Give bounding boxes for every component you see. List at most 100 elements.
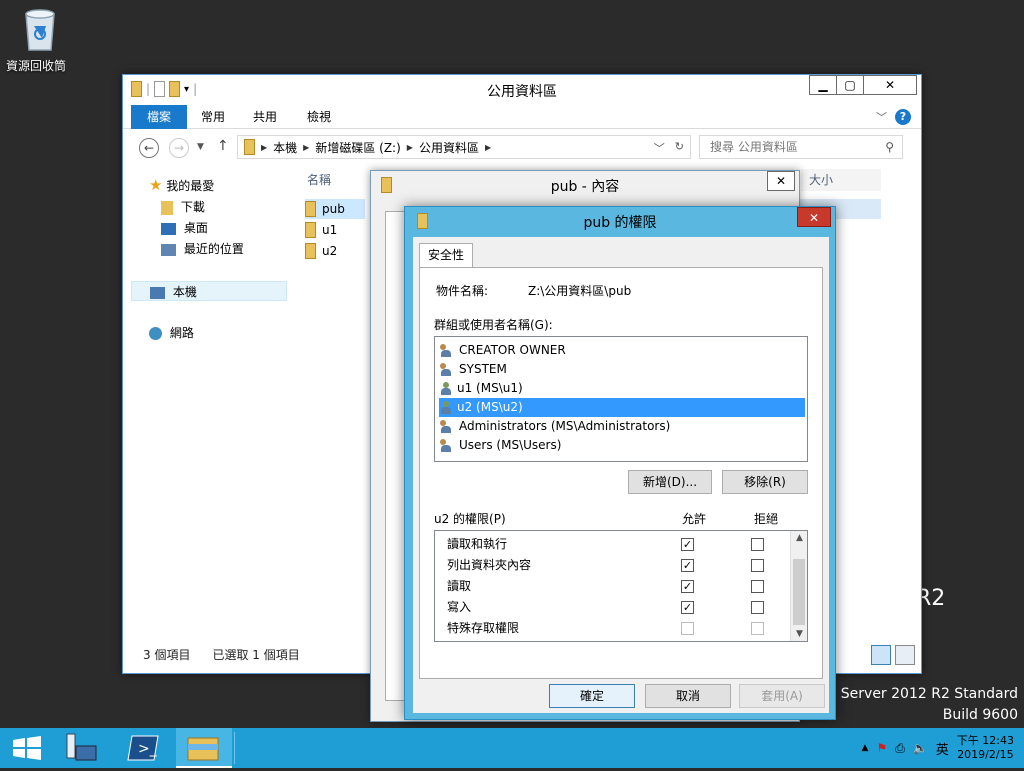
properties-close-button[interactable]: ✕ [767, 171, 795, 191]
computer-icon [150, 286, 165, 299]
allow-checkbox[interactable]: ✓ [681, 538, 694, 551]
nav-favorites[interactable]: ★ 我的最愛 [149, 175, 214, 195]
up-button[interactable]: ↑ [217, 138, 229, 154]
refresh-icon[interactable]: ↻ [675, 140, 684, 156]
tab-home[interactable]: 常用 [189, 105, 237, 129]
ribbon-expand-icon[interactable]: ﹀ [876, 109, 887, 125]
group-list-label: 群組或使用者名稱(G): [434, 318, 553, 332]
user-list-item[interactable]: u1 (MS\u1) [439, 379, 523, 398]
folder-icon [187, 737, 219, 761]
permission-row: 讀取 [447, 576, 787, 597]
deny-checkbox[interactable] [751, 580, 764, 593]
details-view-icon[interactable] [871, 645, 891, 665]
list-item[interactable]: u2 [305, 241, 337, 261]
status-item-count: 3 個項目 [143, 648, 191, 662]
user-list-item[interactable]: u2 (MS\u2) [439, 398, 805, 417]
address-dropdown-icon[interactable]: ﹀ [654, 140, 665, 156]
user-list-item[interactable]: Administrators (MS\Administrators) [439, 417, 670, 436]
user-name: Administrators (MS\Administrators) [459, 419, 671, 433]
taskbar-divider [234, 732, 235, 764]
properties-titlebar[interactable]: pub - 內容 ✕ [371, 171, 799, 199]
show-hidden-icons-icon[interactable]: ▲ [862, 743, 869, 753]
deny-checkbox[interactable] [751, 559, 764, 572]
list-item[interactable]: u1 [305, 220, 337, 240]
breadcrumb-folder[interactable]: 公用資料區 [419, 139, 479, 156]
powershell-button[interactable]: >_ [116, 728, 172, 768]
help-icon[interactable]: ? [895, 109, 911, 125]
user-list-item[interactable]: SYSTEM [439, 360, 507, 379]
tab-security[interactable]: 安全性 [419, 243, 474, 267]
recycle-bin-label: 資源回收筒 [6, 59, 67, 73]
permissions-titlebar[interactable]: pub 的權限 ✕ [405, 207, 835, 235]
nav-desktop[interactable]: 桌面 [161, 218, 208, 238]
permission-row: 寫入 [447, 597, 787, 618]
remove-button[interactable]: 移除(R) [722, 470, 808, 494]
file-name: u1 [322, 223, 338, 237]
deny-checkbox[interactable] [751, 622, 764, 635]
server-manager-button[interactable] [56, 728, 112, 768]
ime-indicator[interactable]: 英 [936, 739, 949, 758]
allow-checkbox[interactable]: ✓ [681, 580, 694, 593]
allow-checkbox[interactable]: ✓ [681, 559, 694, 572]
system-tray: ▲ ⚑ ⎙ 🔈 英 下午 12:43 2019/2/15 [862, 728, 1024, 768]
recycle-bin[interactable]: 資源回收筒 [6, 6, 74, 73]
file-explorer-button[interactable] [176, 728, 232, 768]
tab-share[interactable]: 共用 [241, 105, 289, 129]
search-placeholder: 搜尋 公用資料區 [710, 140, 798, 154]
tab-file[interactable]: 檔案 [131, 105, 187, 129]
user-list[interactable]: CREATOR OWNER SYSTEM u1 (MS\u1) u2 (MS\u2) A… [434, 336, 808, 462]
close-button[interactable]: ✕ [863, 75, 917, 95]
scroll-up-icon[interactable]: ▲ [791, 533, 807, 543]
apply-button[interactable]: 套用(A) [739, 684, 825, 708]
powershell-icon: >_ [127, 735, 159, 761]
back-button[interactable]: ← [139, 138, 159, 158]
permissions-dialog[interactable]: pub 的權限 ✕ 安全性 物件名稱: Z:\公用資料區\pub 群組或使用者名… [404, 206, 836, 720]
column-size[interactable]: 大小 [801, 169, 881, 191]
permission-scrollbar[interactable]: ▲ ▼ [790, 531, 807, 641]
address-bar[interactable]: ▶ 本機 ▶ 新增磁碟區 (Z:) ▶ 公用資料區 ▶ ﹀ ↻ [237, 135, 691, 159]
permission-row: 特殊存取權限 [447, 618, 787, 639]
scroll-thumb[interactable] [793, 559, 805, 625]
ok-button[interactable]: 確定 [549, 684, 635, 708]
allow-checkbox[interactable] [681, 622, 694, 635]
network-status-icon[interactable]: ⎙ [895, 741, 905, 756]
user-list-item[interactable]: Users (MS\Users) [439, 436, 561, 455]
allow-checkbox[interactable]: ✓ [681, 601, 694, 614]
column-name[interactable]: 名稱 [307, 169, 331, 191]
maximize-button[interactable]: ▢ [836, 75, 864, 95]
deny-checkbox[interactable] [751, 601, 764, 614]
scroll-down-icon[interactable]: ▼ [791, 629, 807, 639]
breadcrumb-separator-icon[interactable]: ▶ [407, 143, 413, 152]
minimize-button[interactable]: ▁ [809, 75, 837, 95]
breadcrumb-separator-icon[interactable]: ▶ [485, 143, 491, 152]
search-input[interactable]: 搜尋 公用資料區 ⚲ [699, 135, 903, 159]
list-item[interactable]: pub [305, 199, 365, 219]
window-controls: ▁ ▢ ✕ [809, 75, 917, 95]
recent-locations-icon[interactable]: ▼ [197, 142, 204, 152]
action-center-icon[interactable]: ⚑ [876, 741, 887, 755]
object-name-value: Z:\公用資料區\pub [528, 284, 632, 298]
permissions-close-button[interactable]: ✕ [797, 207, 831, 227]
server-manager-icon [66, 733, 97, 761]
nav-this-pc[interactable]: 本機 [131, 281, 287, 301]
large-icons-view-icon[interactable] [895, 645, 915, 665]
nav-downloads[interactable]: 下載 [161, 197, 205, 217]
nav-network[interactable]: 網路 [149, 323, 194, 343]
search-icon: ⚲ [885, 140, 894, 154]
network-icon [149, 327, 162, 340]
breadcrumb-separator-icon[interactable]: ▶ [261, 143, 267, 152]
clock[interactable]: 下午 12:43 2019/2/15 [957, 734, 1014, 762]
add-button[interactable]: 新增(D)... [628, 470, 712, 494]
breadcrumb-this-pc[interactable]: 本機 [273, 139, 297, 156]
nav-recent[interactable]: 最近的位置 [161, 239, 244, 259]
start-button[interactable] [0, 728, 56, 768]
breadcrumb-separator-icon[interactable]: ▶ [303, 143, 309, 152]
cancel-button[interactable]: 取消 [645, 684, 731, 708]
volume-muted-icon[interactable]: 🔈 [913, 741, 928, 755]
user-list-item[interactable]: CREATOR OWNER [439, 341, 566, 360]
forward-button[interactable]: → [169, 138, 189, 158]
tab-view[interactable]: 檢視 [295, 105, 343, 129]
deny-checkbox[interactable] [751, 538, 764, 551]
breadcrumb-drive[interactable]: 新增磁碟區 (Z:) [315, 139, 400, 156]
explorer-titlebar[interactable]: | ▾ | 公用資料區 ▁ ▢ ✕ [123, 75, 921, 105]
